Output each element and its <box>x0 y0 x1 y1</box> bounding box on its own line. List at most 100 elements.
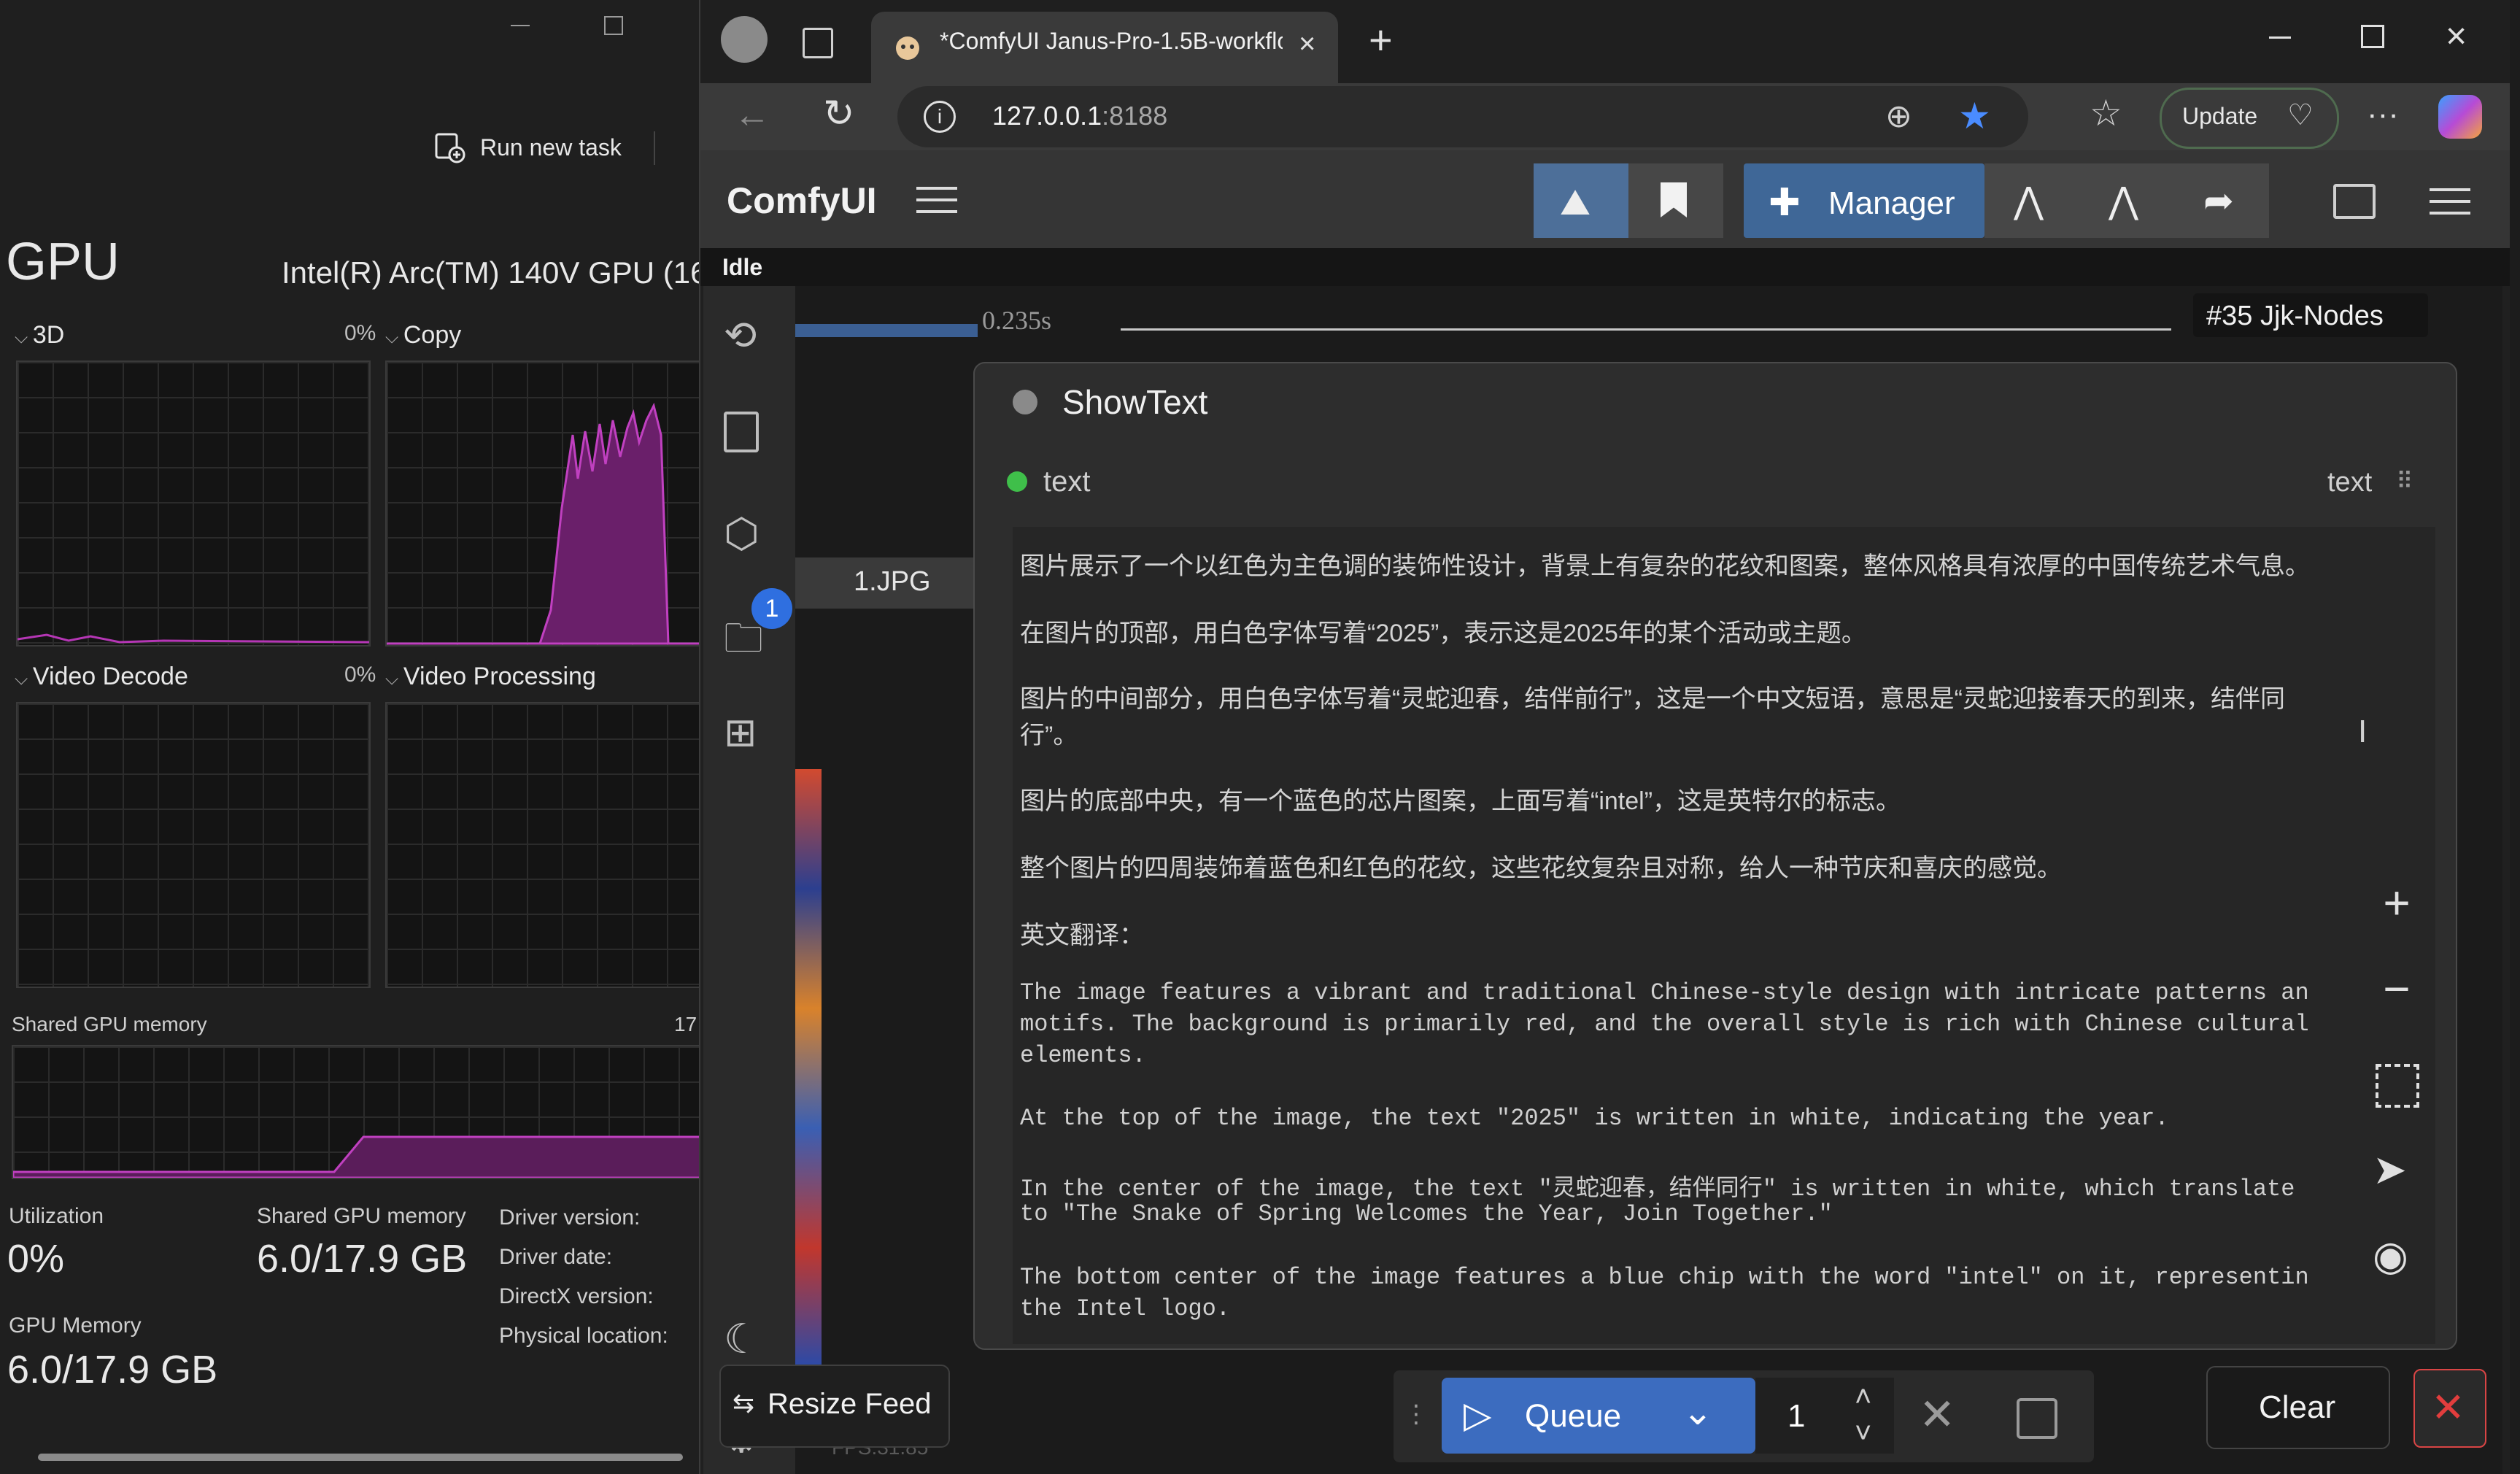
back-icon[interactable]: ← <box>734 93 770 136</box>
reload-icon[interactable]: ↻ <box>823 92 855 136</box>
horizontal-scrollbar[interactable] <box>38 1454 683 1461</box>
address-bar[interactable]: i 127.0.0.1:8188 ⊕ ★ <box>897 86 2028 147</box>
queue-button[interactable]: ▷ Queue ⌄ <box>1442 1378 1755 1454</box>
zoom-icon[interactable]: ⊕ <box>1885 98 1912 135</box>
text-line-en-3: elements. <box>1020 1042 1146 1069</box>
widget-name: text <box>1043 466 1091 498</box>
clear-button[interactable]: Clear <box>2206 1366 2390 1449</box>
graph-shared-memory <box>12 1045 718 1179</box>
window-close-icon[interactable]: × <box>2446 15 2467 57</box>
tab-close-icon[interactable]: × <box>1299 28 1315 61</box>
text-line-en-8: the Intel logo. <box>1020 1295 1231 1322</box>
graph-video-processing <box>385 702 702 988</box>
manager-label: Manager <box>1828 185 1955 221</box>
widget-status-dot <box>1007 471 1027 492</box>
minimize-icon[interactable] <box>511 25 530 26</box>
text-line-en-2: motifs. The background is primarily red,… <box>1020 1011 2309 1038</box>
graph-copy-line <box>387 402 700 645</box>
canvas-controls: + − ➤ ◉ <box>2357 876 2444 1313</box>
url-text: 127.0.0.1:8188 <box>992 101 1167 131</box>
gpu-memory-value: 6.0/17.9 GB <box>7 1348 218 1392</box>
zoom-out-icon[interactable]: − <box>2357 962 2437 1035</box>
theme-moon-icon[interactable]: ☾ <box>724 1315 770 1362</box>
run-new-task-button[interactable]: Run new task <box>432 130 622 165</box>
engine-video-processing-label[interactable]: ⌵ Video Processing <box>385 663 596 691</box>
shared-memory-label: Shared GPU memory <box>12 1013 207 1035</box>
queue-list-icon[interactable] <box>724 412 770 458</box>
task-manager-window: Run new task GPU Intel(R) Arc(TM) 140V G… <box>0 0 718 1474</box>
graph-3d-line <box>18 633 369 644</box>
queue-toolbar: ⋮ ▷ Queue ⌄ 1 ˄ ˅ ✕ <box>1394 1370 2094 1462</box>
engine-video-processing-text: Video Processing <box>403 663 596 690</box>
node-tool-button-2[interactable]: ⋀ <box>2079 163 2174 238</box>
engine-video-decode-label[interactable]: ⌵ Video Decode <box>15 663 188 691</box>
text-line-en-6: to "The Snake of Spring Welcomes the Yea… <box>1020 1200 1833 1227</box>
chain-icon: ⋀ <box>2014 180 2044 221</box>
chevron-down-icon: ⌵ <box>385 328 403 347</box>
hamburger-menu-icon[interactable] <box>916 187 957 213</box>
maximize-icon[interactable] <box>604 16 623 35</box>
drag-grid-icon[interactable]: ⠿ <box>2396 467 2413 495</box>
decrement-icon[interactable]: ˅ <box>1855 1417 1871 1450</box>
window-minimize-icon[interactable] <box>2269 36 2291 39</box>
profile-avatar[interactable] <box>721 16 768 63</box>
navigate-icon[interactable]: ➤ <box>2373 1146 2407 1194</box>
model-library-icon[interactable]: ⬡ <box>724 509 770 556</box>
visibility-eye-icon[interactable]: ◉ <box>2373 1232 2408 1280</box>
close-red-icon: ✕ <box>2431 1384 2465 1430</box>
driver-version-label: Driver version: <box>499 1205 641 1230</box>
workflow-mode-button[interactable]: ⛰ <box>1534 163 1628 238</box>
favorite-star-icon[interactable]: ★ <box>1958 95 1991 137</box>
bookmark-button[interactable] <box>1628 163 1723 238</box>
zoom-in-icon[interactable]: + <box>2357 876 2437 949</box>
toolbar-divider <box>654 131 655 165</box>
panel-toggle-icon[interactable] <box>2333 184 2376 219</box>
batch-count-stepper[interactable]: 1 ˄ ˅ <box>1755 1378 1894 1454</box>
directx-version-label: DirectX version: <box>499 1284 654 1308</box>
history-icon[interactable]: ⟲ <box>724 312 770 359</box>
site-info-icon[interactable]: i <box>924 101 956 133</box>
drag-handle-icon[interactable]: ⋮ <box>1404 1400 1429 1429</box>
gpu-name: Intel(R) Arc(TM) 140V GPU (16 <box>282 255 708 290</box>
browser-tab-active[interactable]: *ComfyUI Janus-Pro-1.5B-workflo × <box>871 12 1338 83</box>
more-options-icon[interactable]: ··· <box>2367 96 2399 133</box>
node-collapse-dot[interactable] <box>1013 390 1037 414</box>
status-text: Idle <box>722 254 763 280</box>
queue-dropdown-icon[interactable]: ⌄ <box>1682 1391 1713 1433</box>
resize-feed-button[interactable]: ⇆ Resize Feed <box>719 1365 950 1448</box>
window-maximize-icon[interactable] <box>2361 25 2384 48</box>
comfyui-app: ComfyUI ⛰ ✚ Manager ⋀ ⋀ ➦ Idle ⟲ ⬡ 🗀 1 ⊞… <box>700 150 2510 1474</box>
node-library-icon[interactable]: ⊞ <box>724 709 770 756</box>
text-line-en-5: In the center of the image, the text "灵蛇… <box>1020 1176 2295 1203</box>
stop-icon[interactable] <box>2017 1398 2057 1439</box>
shared-gpu-memory-label: Shared GPU memory <box>257 1204 466 1228</box>
utilization-value: 0% <box>7 1237 65 1281</box>
chevron-down-icon: ⌵ <box>385 669 403 689</box>
node-tool-button-1[interactable]: ⋀ <box>1984 163 2079 238</box>
cancel-x-icon[interactable]: ✕ <box>1919 1389 1955 1440</box>
menu-icon[interactable] <box>2430 188 2470 215</box>
favorites-icon[interactable]: ☆ <box>2090 92 2122 134</box>
clear-label: Clear <box>2259 1389 2336 1425</box>
increment-icon[interactable]: ˄ <box>1855 1381 1871 1413</box>
url-port: :8188 <box>1102 101 1168 131</box>
tab-actions-icon[interactable] <box>803 28 833 58</box>
url-host: 127.0.0.1 <box>992 101 1102 131</box>
text-line-cn-7: 英文翻译： <box>1020 922 1144 949</box>
showtext-textarea[interactable]: 图片展示了一个以红色为主色调的装饰性设计，背景上有复杂的花纹和图案，整体风格具有… <box>1013 527 2435 1344</box>
close-feed-button[interactable]: ✕ <box>2413 1369 2486 1448</box>
mountain-icon: ⛰ <box>1560 182 1591 223</box>
copilot-icon[interactable] <box>2438 95 2482 139</box>
fit-view-icon[interactable] <box>2376 1064 2419 1108</box>
share-icon: ➦ <box>2203 180 2234 221</box>
new-tab-icon[interactable]: + <box>1369 16 1393 63</box>
resize-icon: ⇆ <box>733 1388 755 1418</box>
share-button[interactable]: ➦ <box>2174 163 2269 238</box>
engine-3d-label[interactable]: ⌵ 3D <box>15 321 64 350</box>
manager-button[interactable]: ✚ Manager <box>1744 163 1984 238</box>
comfyui-favicon-icon <box>890 29 925 64</box>
status-bar: Idle <box>700 248 2510 286</box>
engine-3d-pct: 0% <box>344 321 376 345</box>
engine-copy-label[interactable]: ⌵ Copy <box>385 321 461 350</box>
update-button[interactable]: Update ♡ <box>2160 88 2339 149</box>
